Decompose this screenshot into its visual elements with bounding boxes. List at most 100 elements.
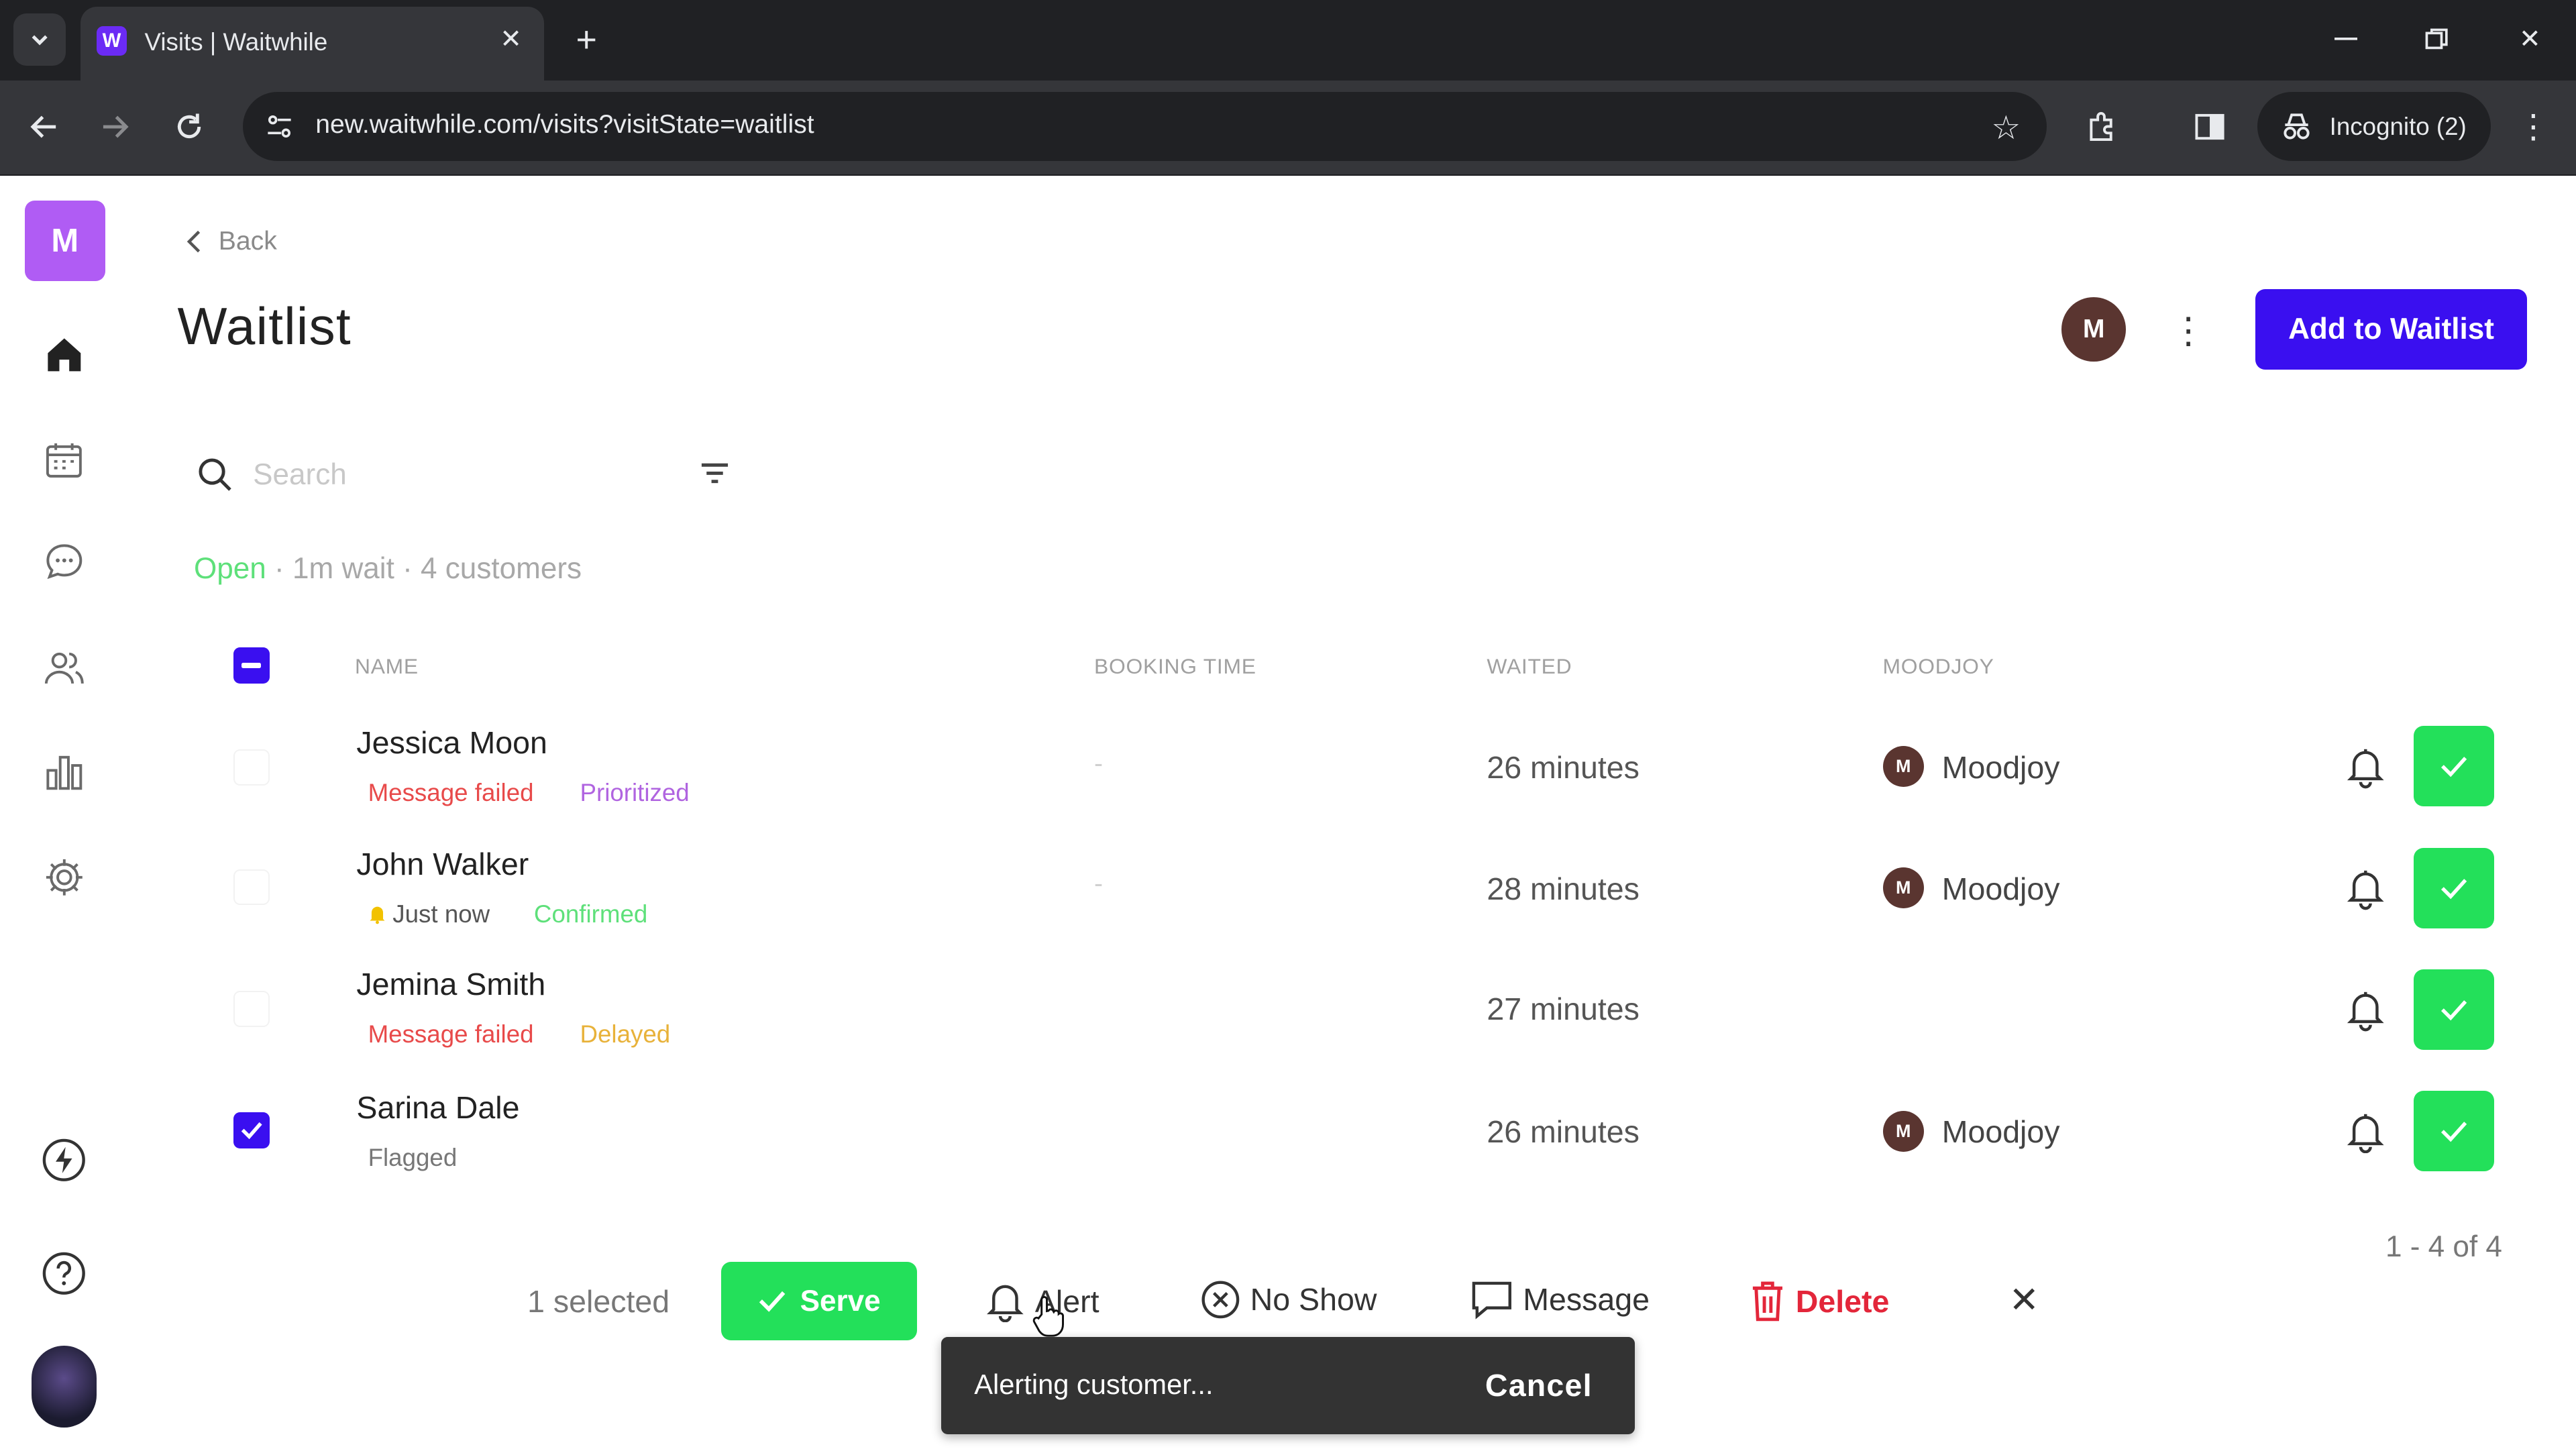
reload-icon[interactable] (166, 103, 212, 150)
tag-prioritized: Prioritized (580, 778, 690, 806)
close-tab-icon[interactable]: ✕ (494, 23, 527, 56)
waited-time: 26 minutes (1487, 1114, 1640, 1150)
check-icon (2440, 757, 2467, 777)
site-info-icon[interactable] (263, 110, 296, 143)
trash-icon (1753, 1281, 1783, 1321)
waited-time: 26 minutes (1487, 749, 1640, 785)
bell-icon[interactable] (2343, 864, 2389, 910)
bulk-delete-button[interactable]: Delete (1750, 1280, 1889, 1323)
serve-button[interactable] (2413, 847, 2494, 928)
bulk-no-show-label: No Show (1250, 1282, 1377, 1318)
user-avatar[interactable] (31, 1345, 97, 1428)
bulk-message-label: Message (1523, 1282, 1650, 1318)
status-open: Open (193, 551, 266, 585)
booking-time: - (1094, 869, 1104, 898)
check-icon (759, 1291, 786, 1313)
queue-status: Open · 1m wait · 4 customers (194, 552, 582, 586)
location-name: Moodjoy (1941, 871, 2060, 906)
address-bar[interactable]: new.waitwhile.com/visits?visitState=wait… (243, 92, 2047, 161)
selected-count: 1 selected (527, 1283, 670, 1319)
close-selection-icon[interactable]: ✕ (2006, 1280, 2042, 1320)
home-icon[interactable] (40, 330, 89, 379)
incognito-indicator[interactable]: Incognito (2) (2257, 92, 2491, 161)
add-to-waitlist-button[interactable]: Add to Waitlist (2255, 289, 2527, 370)
close-window-icon[interactable]: ✕ (2506, 16, 2555, 62)
browser-tab-active[interactable]: W Visits | Waitwhile ✕ (80, 6, 544, 80)
new-tab-button[interactable]: + (567, 19, 606, 60)
waited-time: 27 minutes (1487, 991, 1640, 1026)
back-link[interactable]: Back (186, 227, 277, 256)
location-name: Moodjoy (1941, 1114, 2060, 1150)
column-header-location[interactable]: MOODJOY (1883, 654, 1994, 679)
tag-delayed: Delayed (580, 1020, 671, 1048)
restore-icon[interactable] (2412, 16, 2461, 62)
calendar-icon[interactable] (40, 435, 89, 484)
tag-alert-time: Just now (368, 900, 490, 928)
chat-icon[interactable] (40, 537, 89, 586)
row-checkbox[interactable] (233, 869, 270, 906)
snackbar: Alerting customer... Cancel (941, 1337, 1635, 1434)
brand-logo[interactable]: M (24, 200, 105, 281)
minimize-icon[interactable] (2321, 16, 2370, 62)
incognito-label: Incognito (2) (2329, 112, 2467, 140)
lightning-icon[interactable] (40, 1135, 89, 1184)
waited-time: 28 minutes (1487, 871, 1640, 906)
app-sidebar: M (0, 176, 131, 1449)
bell-icon[interactable] (2343, 743, 2389, 789)
extensions-icon[interactable] (2080, 103, 2126, 150)
settings-icon[interactable] (40, 853, 89, 902)
serve-button[interactable] (2413, 1091, 2494, 1172)
check-icon (241, 1122, 262, 1140)
filter-icon[interactable] (698, 457, 735, 493)
row-checkbox[interactable] (233, 990, 270, 1027)
bulk-serve-label: Serve (800, 1284, 881, 1318)
bulk-message-button[interactable]: Message (1470, 1280, 1650, 1320)
bookmark-star-icon[interactable]: ☆ (1991, 109, 2021, 147)
serve-button[interactable] (2413, 969, 2494, 1050)
status-details: · 1m wait · 4 customers (266, 551, 582, 585)
customer-name[interactable]: Jessica Moon (356, 724, 547, 761)
location-avatar: M (1882, 867, 1924, 909)
bell-icon[interactable] (2343, 985, 2389, 1032)
location-avatar: M (1882, 745, 1924, 788)
browser-menu-icon[interactable]: ⋮ (2510, 103, 2557, 150)
customer-name[interactable]: Jemina Smith (356, 966, 545, 1002)
check-icon (2440, 1122, 2467, 1142)
forward-arrow-icon[interactable] (92, 103, 138, 150)
back-arrow-icon[interactable] (21, 103, 68, 150)
location-name: Moodjoy (1941, 749, 2060, 785)
customer-name[interactable]: John Walker (356, 846, 529, 882)
snackbar-cancel-button[interactable]: Cancel (1485, 1367, 1593, 1403)
back-label: Back (218, 226, 277, 256)
customer-name[interactable]: Sarina Dale (356, 1089, 519, 1126)
search-icon (197, 457, 233, 493)
serve-button[interactable] (2413, 726, 2494, 807)
tab-title: Visits | Waitwhile (144, 28, 328, 56)
tag-confirmed: Confirmed (533, 900, 648, 928)
bell-icon[interactable] (2343, 1108, 2389, 1154)
hand-cursor-icon (1032, 1295, 1065, 1338)
cancel-circle-icon (1201, 1281, 1240, 1319)
chevron-left-icon (186, 230, 200, 253)
analytics-icon[interactable] (40, 747, 89, 796)
row-checkbox-checked[interactable] (233, 1112, 270, 1148)
url-text[interactable]: new.waitwhile.com/visits?visitState=wait… (315, 110, 814, 140)
snackbar-message: Alerting customer... (974, 1368, 1214, 1400)
more-options-icon[interactable]: ⋮ (2165, 306, 2212, 355)
location-avatar: M (1882, 1110, 1924, 1152)
customers-icon[interactable] (40, 644, 89, 693)
bulk-serve-button[interactable]: Serve (721, 1261, 917, 1341)
bulk-no-show-button[interactable]: No Show (1201, 1280, 1377, 1320)
booking-time: - (1094, 749, 1104, 778)
tab-search-button[interactable] (13, 13, 66, 66)
select-all-checkbox[interactable] (233, 647, 270, 684)
help-icon[interactable] (40, 1248, 89, 1297)
tag-message-failed: Message failed (368, 1020, 534, 1048)
search-input[interactable] (250, 450, 667, 500)
column-header-booking-time[interactable]: BOOKING TIME (1094, 654, 1256, 679)
row-checkbox[interactable] (233, 749, 270, 786)
column-header-waited[interactable]: WAITED (1487, 654, 1572, 679)
account-avatar[interactable]: M (2061, 297, 2126, 362)
side-panel-icon[interactable] (2187, 103, 2233, 150)
column-header-name[interactable]: NAME (355, 654, 419, 679)
